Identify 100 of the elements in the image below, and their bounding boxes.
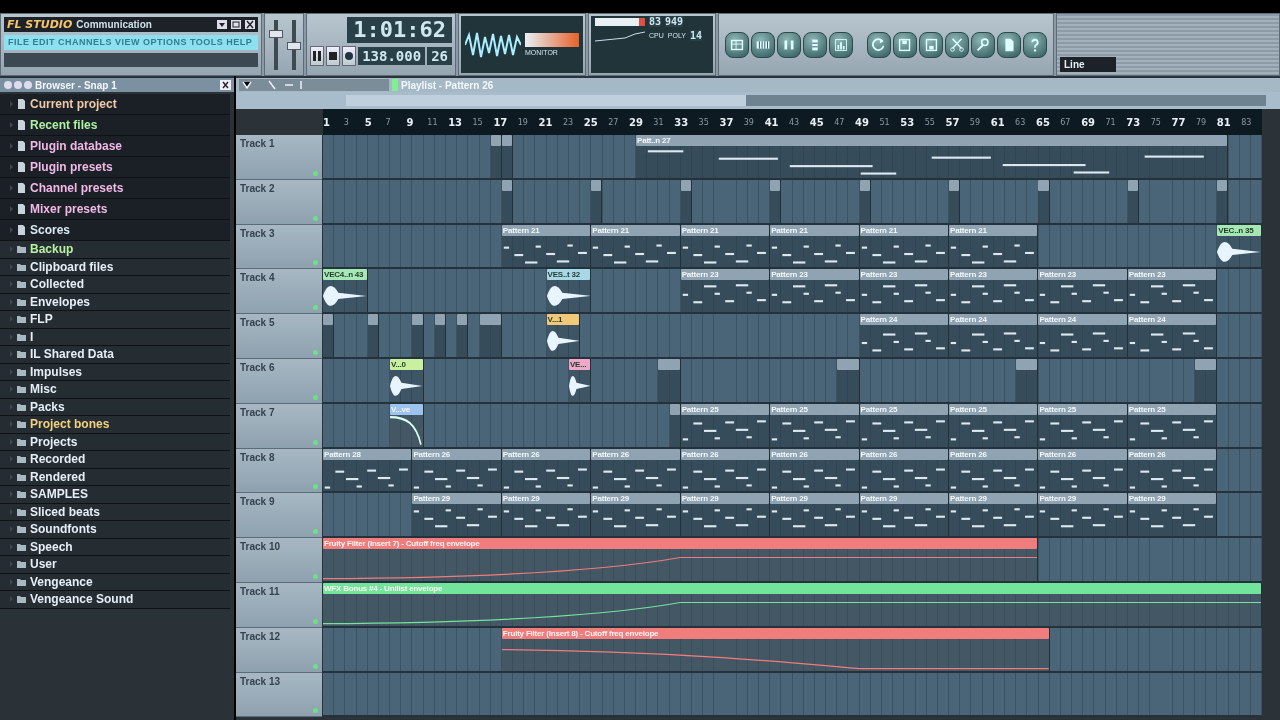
track-header[interactable]: Track 6 — [236, 359, 322, 404]
track-lane[interactable]: V...0 VE... — [323, 359, 1262, 404]
pattern-clip-header[interactable] — [323, 314, 334, 326]
pattern-clip-header[interactable]: Pattern 26 — [1038, 448, 1127, 460]
pattern-clip-header[interactable]: Pattern 26 — [412, 448, 501, 460]
track-header[interactable]: Track 5 — [236, 314, 322, 359]
pattern-clip-header[interactable]: Pattern 21 — [591, 224, 680, 236]
pattern-clip-header[interactable]: Pattern 26 — [770, 448, 859, 460]
browser-item[interactable]: Backup — [30, 242, 74, 257]
pattern-clip-header[interactable]: Pattern 26 — [859, 448, 948, 460]
pattern-clip-header[interactable]: Pattern 26 — [949, 448, 1038, 460]
track-header[interactable]: Track 13 — [236, 672, 322, 718]
pattern-clip-header[interactable]: Pattern 26 — [680, 448, 770, 460]
pattern-clip-header[interactable] — [457, 314, 468, 326]
browser-item[interactable]: Recent files — [30, 118, 98, 132]
browser-item[interactable]: I — [30, 329, 34, 344]
browser-item[interactable]: Speech — [30, 539, 73, 554]
pattern-clip-header[interactable]: Pattern 25 — [859, 403, 948, 415]
automation-clip-header[interactable]: Fruity Filter (Insert 7) - Cutoff freq envelope — [323, 538, 1038, 550]
pattern-clip-header[interactable]: Pattern 23 — [859, 269, 948, 281]
close-icon[interactable] — [245, 20, 255, 29]
pattern-clip-header[interactable]: Pattern 23 — [680, 269, 770, 281]
toolbar-button[interactable] — [725, 31, 749, 58]
track-lane[interactable]: VEC4..n 43 VES..t 32 Pattern 23 Pattern 23 Pattern 23 Pattern 23 Pattern 23 Pattern 23 — [323, 269, 1262, 315]
pattern-clip-header[interactable]: Pattern 29 — [1038, 493, 1127, 505]
pattern-clip-header[interactable]: Pattern 29 — [949, 493, 1038, 505]
pattern-clip-header[interactable]: Pattern 24 — [1038, 314, 1127, 326]
pattern-clip-header[interactable] — [412, 314, 423, 326]
pattern-clip-header[interactable]: Pattern 23 — [1127, 269, 1217, 281]
toolbar-button[interactable] — [945, 31, 969, 58]
toolbar-button[interactable] — [1023, 31, 1047, 58]
track-header[interactable]: Track 9 — [236, 493, 322, 539]
browser-item[interactable]: Misc — [30, 382, 57, 397]
track-lane[interactable]: Pattern 29 Pattern 29 Pattern 29 Pattern 29 Pattern 29 Pattern 29 Pattern 29 Pattern 29 Pattern 29 — [323, 493, 1262, 539]
track-lane[interactable]: Pattern 21 Pattern 21 Pattern 21 Pattern 21 Pattern 21 Pattern 21 VEC..n 35 — [323, 224, 1262, 270]
track-lane[interactable]: Pattern 28 Pattern 26 Pattern 26 Pattern 26 Pattern 26 Pattern 26 Pattern 26 Pattern 26 Pattern 26 Pattern 26 — [323, 448, 1262, 494]
toolbar-button[interactable] — [751, 31, 775, 58]
pattern-clip-header[interactable]: Pattern 24 — [949, 314, 1038, 326]
pattern-clip-header[interactable] — [680, 179, 691, 191]
track-header[interactable]: Track 3 — [236, 224, 322, 270]
pattern-clip-header[interactable]: Pattern 21 — [501, 224, 591, 236]
pattern-clip-header[interactable]: Pattern 23 — [1038, 269, 1127, 281]
pattern-clip-header[interactable] — [501, 179, 513, 191]
pattern-clip-header[interactable] — [490, 135, 501, 146]
toolbar-button[interactable] — [919, 31, 943, 58]
close-icon[interactable] — [220, 80, 231, 90]
pattern-clip-header[interactable]: Pattern 26 — [591, 448, 680, 460]
toolbar-button[interactable] — [997, 31, 1021, 58]
audio-clip-header[interactable]: V...0 — [390, 359, 423, 370]
pattern-clip-header[interactable] — [1127, 179, 1139, 191]
track-lane[interactable]: V...1 Pattern 24 Pattern 24 Pattern 24 Pattern 24 — [323, 314, 1262, 359]
pattern-clip-header[interactable] — [479, 314, 501, 326]
browser-item[interactable]: Collected — [30, 277, 84, 292]
restore-icon[interactable] — [231, 20, 241, 29]
minimize-icon[interactable] — [217, 20, 227, 29]
pattern-clip-header[interactable]: Pattern 29 — [501, 493, 591, 505]
track-header[interactable]: Track 7 — [236, 403, 322, 449]
audio-clip-header[interactable]: VES..t 32 — [546, 269, 591, 281]
pattern-clip-header[interactable]: Pattern 23 — [949, 269, 1038, 281]
pattern-clip-header[interactable]: Pattern 24 — [1127, 314, 1217, 326]
pattern-clip-header[interactable]: Pattern 23 — [770, 269, 859, 281]
toolbar-button[interactable] — [867, 31, 891, 58]
pattern-clip-header[interactable] — [770, 179, 781, 191]
snap-dropdown[interactable]: Line — [1060, 57, 1116, 72]
toolbar-button[interactable] — [829, 31, 853, 58]
pause-button[interactable] — [310, 46, 325, 66]
pattern-clip-header[interactable]: Pattern 29 — [859, 493, 948, 505]
track-lane[interactable]: Patt..n 27 — [323, 135, 1262, 180]
browser-item[interactable]: Projects — [30, 434, 78, 449]
pattern-clip-header[interactable]: Pattern 25 — [949, 403, 1038, 415]
automation-clip-header[interactable]: Fruity Filter (Insert 8) - Cutoff freq envelope — [501, 627, 1049, 639]
pattern-clip-header[interactable] — [949, 179, 960, 191]
browser-item[interactable]: Scores — [30, 223, 71, 237]
browser-item[interactable]: User — [30, 557, 57, 572]
pattern-clip-header[interactable] — [434, 314, 445, 326]
toolbar-button[interactable] — [803, 31, 827, 58]
pattern-clip-header[interactable]: Pattern 24 — [859, 314, 948, 326]
pattern-clip-header[interactable]: Pattern 25 — [770, 403, 859, 415]
track-header[interactable]: Track 10 — [236, 538, 322, 583]
audio-clip-header[interactable]: VEC..n 35 — [1217, 224, 1261, 236]
tempo-display[interactable]: 138.000 — [358, 47, 426, 65]
pattern-clip-header[interactable] — [501, 135, 513, 146]
pattern-clip-header[interactable]: Pattern 29 — [1127, 493, 1217, 505]
pattern-clip-header[interactable] — [1016, 359, 1038, 370]
pattern-clip-header[interactable]: Pattern 29 — [412, 493, 501, 505]
pattern-clip-header[interactable] — [1217, 179, 1228, 191]
track-header[interactable]: Track 12 — [236, 627, 322, 673]
pattern-clip-header[interactable]: Pattern 21 — [949, 224, 1038, 236]
pattern-clip-header[interactable]: Pattern 25 — [1038, 403, 1127, 415]
track-header[interactable]: Track 11 — [236, 582, 322, 628]
toolbar-button[interactable] — [971, 31, 995, 58]
pattern-clip-header[interactable] — [859, 179, 870, 191]
track-header[interactable]: Track 2 — [236, 179, 322, 225]
track-lane[interactable]: Fruity Filter (Insert 7) - Cutoff freq envelope — [323, 538, 1262, 583]
pattern-clip-header[interactable] — [591, 179, 602, 191]
pattern-clip-header[interactable]: Pattern 25 — [1127, 403, 1217, 415]
audio-clip-header[interactable]: VE... — [568, 359, 591, 370]
track-header[interactable]: Track 8 — [236, 448, 322, 494]
pattern-clip-header[interactable]: Pattern 28 — [323, 448, 412, 460]
track-lane[interactable]: V...ve Pattern 25 Pattern 25 Pattern 25 Pattern 25 Pattern 25 Pattern 25 — [323, 403, 1262, 449]
